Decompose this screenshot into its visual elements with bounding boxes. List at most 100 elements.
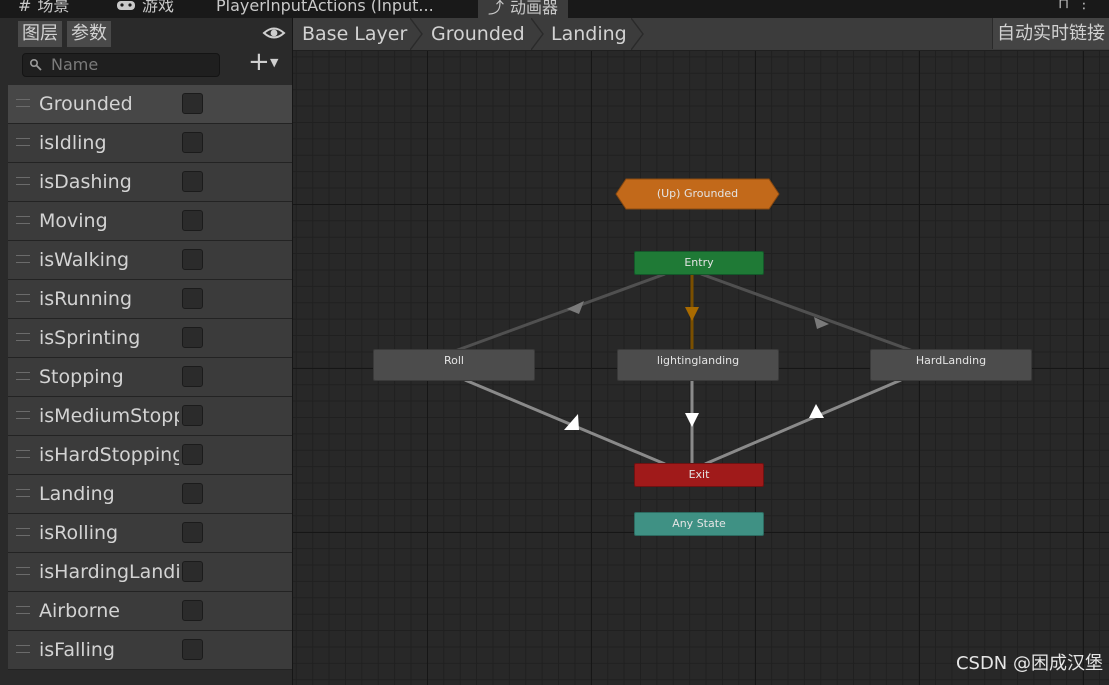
state-roll[interactable]: Roll — [373, 349, 535, 381]
state-any-state-label: Any State — [672, 517, 726, 530]
state-lightinglanding[interactable]: lightinglanding — [617, 349, 779, 381]
parameter-bool-checkbox[interactable] — [182, 522, 203, 543]
tab-parameters[interactable]: 参数 — [67, 21, 111, 47]
drag-handle-icon[interactable] — [16, 216, 30, 224]
tab-scene[interactable]: # 场景 — [18, 0, 69, 18]
parameter-row[interactable]: isRunning — [8, 280, 292, 319]
parameter-name[interactable]: isMediumStopping — [39, 397, 179, 435]
drag-handle-icon[interactable] — [16, 450, 30, 458]
editor-tab-bar: # 场景 游戏 PlayerInputActions (Input... ⤴ 动画器… — [0, 0, 1109, 18]
state-any-state[interactable]: Any State — [634, 512, 764, 536]
tab-input-actions[interactable]: PlayerInputActions (Input... — [216, 0, 434, 18]
panel-tabs: 图层 参数 — [0, 18, 292, 50]
parameter-bool-checkbox[interactable] — [182, 288, 203, 309]
parameter-name[interactable]: Grounded — [39, 85, 179, 123]
drag-handle-icon[interactable] — [16, 333, 30, 341]
animator-graph[interactable]: Base Layer Grounded Landing 自动实时链接 (Up) … — [293, 18, 1109, 685]
parameter-row[interactable]: isWalking — [8, 241, 292, 280]
animator-icon: ⤴ — [488, 0, 505, 17]
parameter-row[interactable]: isHardingLanding — [8, 553, 292, 592]
parameter-row[interactable]: isFalling — [8, 631, 292, 670]
parameter-bool-checkbox[interactable] — [182, 366, 203, 387]
tab-animator[interactable]: ⤴ 动画器 — [478, 0, 569, 18]
parameter-name[interactable]: isRolling — [39, 514, 179, 552]
tab-layers[interactable]: 图层 — [18, 21, 62, 47]
transition-entry-roll[interactable] — [454, 272, 666, 353]
parameter-name[interactable]: Moving — [39, 202, 179, 240]
parameter-name[interactable]: isFalling — [39, 631, 179, 669]
parameter-row[interactable]: Stopping — [8, 358, 292, 397]
parameter-name[interactable]: isIdling — [39, 124, 179, 162]
parameter-row[interactable]: isHardStopping — [8, 436, 292, 475]
drag-handle-icon[interactable] — [16, 177, 30, 185]
parameter-name[interactable]: isSprinting — [39, 319, 179, 357]
parameter-row[interactable]: isIdling — [8, 124, 292, 163]
parameter-bool-checkbox[interactable] — [182, 327, 203, 348]
state-entry[interactable]: Entry — [634, 251, 764, 275]
parameter-name[interactable]: isDashing — [39, 163, 179, 201]
parameter-bool-checkbox[interactable] — [182, 444, 203, 465]
drag-handle-icon[interactable] — [16, 606, 30, 614]
drag-handle-icon[interactable] — [16, 294, 30, 302]
eye-icon[interactable] — [262, 20, 286, 46]
parameter-bool-checkbox[interactable] — [182, 561, 203, 582]
plus-icon: + — [248, 47, 270, 77]
parameter-name[interactable]: isHardStopping — [39, 436, 179, 474]
parameter-search-input[interactable]: Name — [22, 53, 220, 77]
parameter-bool-checkbox[interactable] — [182, 171, 203, 192]
parameter-bool-checkbox[interactable] — [182, 600, 203, 621]
hash-icon: # — [18, 0, 32, 15]
state-hardlanding[interactable]: HardLanding — [870, 349, 1032, 381]
search-placeholder: Name — [51, 55, 99, 74]
drag-handle-icon[interactable] — [16, 138, 30, 146]
drag-handle-icon[interactable] — [16, 411, 30, 419]
transition-lightinglanding-exit[interactable] — [685, 380, 699, 464]
search-row: Name + ▼ — [0, 47, 292, 84]
transition-hardlanding-exit[interactable] — [704, 378, 902, 466]
parameter-name[interactable]: Landing — [39, 475, 179, 513]
gamepad-icon — [116, 0, 136, 18]
transition-entry-hardlanding[interactable] — [700, 272, 914, 353]
parameter-name[interactable]: isHardingLanding — [39, 553, 179, 591]
state-up-grounded-label: (Up) Grounded — [656, 187, 739, 200]
state-exit[interactable]: Exit — [634, 463, 764, 487]
parameter-name[interactable]: isRunning — [39, 280, 179, 318]
lock-icon[interactable]: ⊓ — [1058, 0, 1077, 12]
parameter-bool-checkbox[interactable] — [182, 483, 203, 504]
parameter-row[interactable]: Grounded — [8, 85, 292, 124]
state-roll-label: Roll — [444, 354, 464, 367]
search-icon — [29, 56, 43, 72]
parameter-name[interactable]: isWalking — [39, 241, 179, 279]
parameter-name[interactable]: Airborne — [39, 592, 179, 630]
parameter-row[interactable]: Airborne — [8, 592, 292, 631]
drag-handle-icon[interactable] — [16, 99, 30, 107]
drag-handle-icon[interactable] — [16, 567, 30, 575]
parameter-row[interactable]: Moving — [8, 202, 292, 241]
drag-handle-icon[interactable] — [16, 489, 30, 497]
parameter-row[interactable]: isSprinting — [8, 319, 292, 358]
parameter-name[interactable]: Stopping — [39, 358, 179, 396]
drag-handle-icon[interactable] — [16, 255, 30, 263]
parameter-bool-checkbox[interactable] — [182, 210, 203, 231]
parameter-row[interactable]: isDashing — [8, 163, 292, 202]
kebab-menu-icon[interactable]: ⋮ — [1077, 0, 1099, 12]
transition-entry-lightinglanding[interactable] — [685, 274, 699, 351]
parameter-bool-checkbox[interactable] — [182, 93, 203, 114]
state-hardlanding-label: HardLanding — [915, 354, 987, 367]
add-parameter-button[interactable]: + ▼ — [246, 47, 286, 77]
tab-game-label: 游戏 — [142, 0, 175, 15]
transition-roll-exit[interactable] — [464, 378, 666, 466]
parameter-row[interactable]: isMediumStopping — [8, 397, 292, 436]
state-up-grounded[interactable]: (Up) Grounded — [615, 178, 780, 210]
parameter-row[interactable]: isRolling — [8, 514, 292, 553]
parameter-bool-checkbox[interactable] — [182, 405, 203, 426]
drag-handle-icon[interactable] — [16, 645, 30, 653]
tab-game[interactable]: 游戏 — [116, 0, 174, 18]
window-menu-icons[interactable]: ⊓⋮ — [1058, 0, 1099, 12]
parameter-bool-checkbox[interactable] — [182, 249, 203, 270]
drag-handle-icon[interactable] — [16, 372, 30, 380]
parameter-bool-checkbox[interactable] — [182, 639, 203, 660]
drag-handle-icon[interactable] — [16, 528, 30, 536]
parameter-bool-checkbox[interactable] — [182, 132, 203, 153]
parameter-row[interactable]: Landing — [8, 475, 292, 514]
